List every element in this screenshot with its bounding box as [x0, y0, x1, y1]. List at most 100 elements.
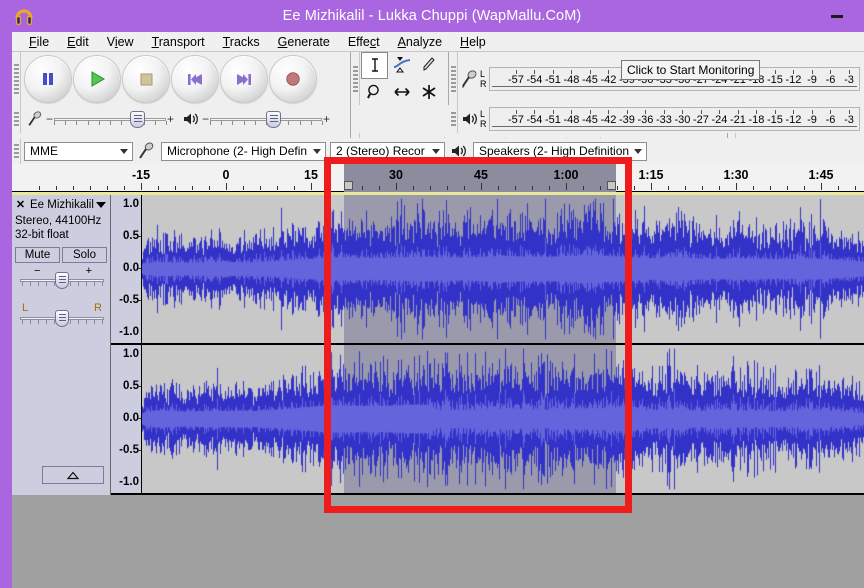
- window-title: Ee Mizhikalil - Lukka Chuppi (WapMallu.C…: [0, 0, 864, 32]
- playback-volume-plus: +: [322, 112, 331, 126]
- vertical-ruler-label: 0.0: [123, 262, 139, 274]
- audio-host-select[interactable]: MME: [24, 142, 133, 161]
- audio-host-value: MME: [30, 144, 58, 158]
- speaker-icon: [181, 107, 201, 131]
- playback-volume-minus: −: [201, 112, 210, 126]
- recording-device-value: Microphone (2- High Defin: [167, 144, 307, 158]
- device-toolbar-grip[interactable]: [12, 138, 21, 164]
- track-pan-slider[interactable]: L R: [20, 305, 104, 331]
- waveform-right-channel[interactable]: [142, 345, 864, 493]
- timeline-ruler[interactable]: -1501530451:001:151:301:45: [12, 164, 864, 192]
- speaker-icon: [460, 107, 480, 131]
- menu-tracks[interactable]: Tracks: [214, 33, 269, 51]
- transport-toolbar: [12, 52, 351, 105]
- recording-meter-grip[interactable]: [449, 52, 458, 105]
- empty-track-background[interactable]: [12, 495, 864, 588]
- playback-volume-track[interactable]: [210, 112, 322, 126]
- track-resize-handle[interactable]: [42, 466, 104, 484]
- recording-device-select[interactable]: Microphone (2- High Defin: [161, 142, 326, 161]
- envelope-tool[interactable]: [388, 52, 415, 79]
- ruler-label: 15: [304, 168, 318, 182]
- tools-toolbar-grip[interactable]: [351, 52, 360, 105]
- track-area: ✕ Ee Mizhikalil Stereo, 44100Hz 32-bit f…: [12, 192, 864, 588]
- skip-to-end-button[interactable]: [220, 55, 268, 103]
- recording-volume-track[interactable]: [54, 112, 166, 126]
- time-shift-tool[interactable]: [388, 79, 415, 106]
- selection-tool[interactable]: [361, 52, 388, 79]
- tools-toolbar: [351, 52, 449, 105]
- mixer-toolbar-grip[interactable]: [12, 105, 21, 133]
- track-format-rate: Stereo, 44100Hz: [15, 215, 101, 227]
- pan-left-label: L: [22, 303, 28, 313]
- chevron-down-icon: [634, 149, 642, 154]
- recording-volume-plus: +: [166, 112, 175, 126]
- microphone-icon: [460, 67, 480, 91]
- vertical-ruler-label: 0.0: [123, 412, 139, 424]
- playback-volume-thumb[interactable]: [266, 111, 281, 128]
- chevron-down-icon: [313, 149, 321, 154]
- chevron-down-icon: [432, 149, 440, 154]
- recording-channels-select[interactable]: 2 (Stereo) Recor: [330, 142, 445, 161]
- minimize-button[interactable]: [820, 0, 854, 32]
- gain-minus-label: −: [34, 265, 40, 277]
- play-button[interactable]: [73, 55, 121, 103]
- playback-meter[interactable]: L R -57-54-51-48-45-42-39-36-33-30-27-24…: [458, 106, 862, 132]
- audacity-window: Ee Mizhikalil - Lukka Chuppi (WapMallu.C…: [0, 0, 864, 588]
- mute-button[interactable]: Mute: [15, 247, 60, 263]
- device-toolbar: MME Microphone (2- High Defin 2 (Stereo)…: [12, 138, 864, 164]
- menu-help[interactable]: Help: [451, 33, 495, 51]
- draw-tool[interactable]: [415, 52, 442, 79]
- mixer-toolbar: − + −: [12, 105, 351, 133]
- pan-right-label: R: [94, 303, 102, 313]
- multi-tool[interactable]: [415, 79, 442, 106]
- meter-channel-l: L: [480, 109, 489, 119]
- recording-volume-thumb[interactable]: [130, 111, 145, 128]
- track-name[interactable]: Ee Mizhikalil: [27, 199, 96, 211]
- pause-button[interactable]: [24, 55, 72, 103]
- playback-meter-bar[interactable]: -57-54-51-48-45-42-39-36-33-30-27-24-21-…: [489, 107, 860, 131]
- track-pan-thumb[interactable]: [55, 310, 69, 327]
- track-gain-thumb[interactable]: [55, 272, 69, 289]
- close-track-button[interactable]: ✕: [14, 198, 27, 211]
- track-sample-format: 32-bit float: [15, 229, 69, 241]
- track-title-bar: ✕ Ee Mizhikalil: [14, 197, 109, 212]
- playback-meter-grip[interactable]: [449, 105, 458, 133]
- chevron-down-icon: [120, 149, 128, 154]
- vertical-ruler-label: 1.0: [123, 198, 139, 210]
- monitoring-tooltip: Click to Start Monitoring: [621, 60, 760, 80]
- audio-track: ✕ Ee Mizhikalil Stereo, 44100Hz 32-bit f…: [12, 195, 864, 495]
- stop-button[interactable]: [122, 55, 170, 103]
- menu-view[interactable]: View: [98, 33, 143, 51]
- ruler-label: 1:00: [553, 168, 578, 182]
- zoom-tool[interactable]: [361, 79, 388, 106]
- playback-device-select[interactable]: Speakers (2- High Definition: [473, 142, 647, 161]
- menu-transport[interactable]: Transport: [143, 33, 214, 51]
- playback-device-value: Speakers (2- High Definition: [479, 144, 629, 158]
- vertical-ruler-label: 0.5: [123, 230, 139, 242]
- vertical-ruler-label: 0.5: [123, 380, 139, 392]
- menu-effect[interactable]: Effect: [339, 33, 389, 51]
- record-button[interactable]: [269, 55, 317, 103]
- ruler-label: 30: [389, 168, 403, 182]
- vertical-ruler-label: -0.5: [119, 294, 139, 306]
- meter-channel-l: L: [480, 69, 489, 79]
- track-control-panel: ✕ Ee Mizhikalil Stereo, 44100Hz 32-bit f…: [12, 195, 111, 495]
- vertical-ruler-label: -1.0: [119, 476, 139, 488]
- playback-volume-slider[interactable]: − +: [181, 106, 331, 132]
- selection-end-handle[interactable]: [607, 181, 616, 190]
- selection-start-handle[interactable]: [344, 181, 353, 190]
- track-gain-slider[interactable]: − +: [20, 267, 104, 293]
- menu-bar: File Edit View Transport Tracks Generate…: [12, 32, 864, 52]
- waveform-left-channel[interactable]: [142, 195, 864, 343]
- recording-channels-value: 2 (Stereo) Recor: [336, 144, 425, 158]
- chevron-down-icon[interactable]: [96, 202, 106, 208]
- meter-channel-r: R: [480, 119, 489, 129]
- recording-volume-slider[interactable]: − +: [25, 106, 175, 132]
- menu-file[interactable]: File: [20, 33, 58, 51]
- skip-to-start-button[interactable]: [171, 55, 219, 103]
- menu-analyze[interactable]: Analyze: [389, 33, 451, 51]
- menu-generate[interactable]: Generate: [269, 33, 339, 51]
- menu-edit[interactable]: Edit: [58, 33, 98, 51]
- solo-button[interactable]: Solo: [62, 247, 107, 263]
- transport-toolbar-grip[interactable]: [12, 52, 21, 105]
